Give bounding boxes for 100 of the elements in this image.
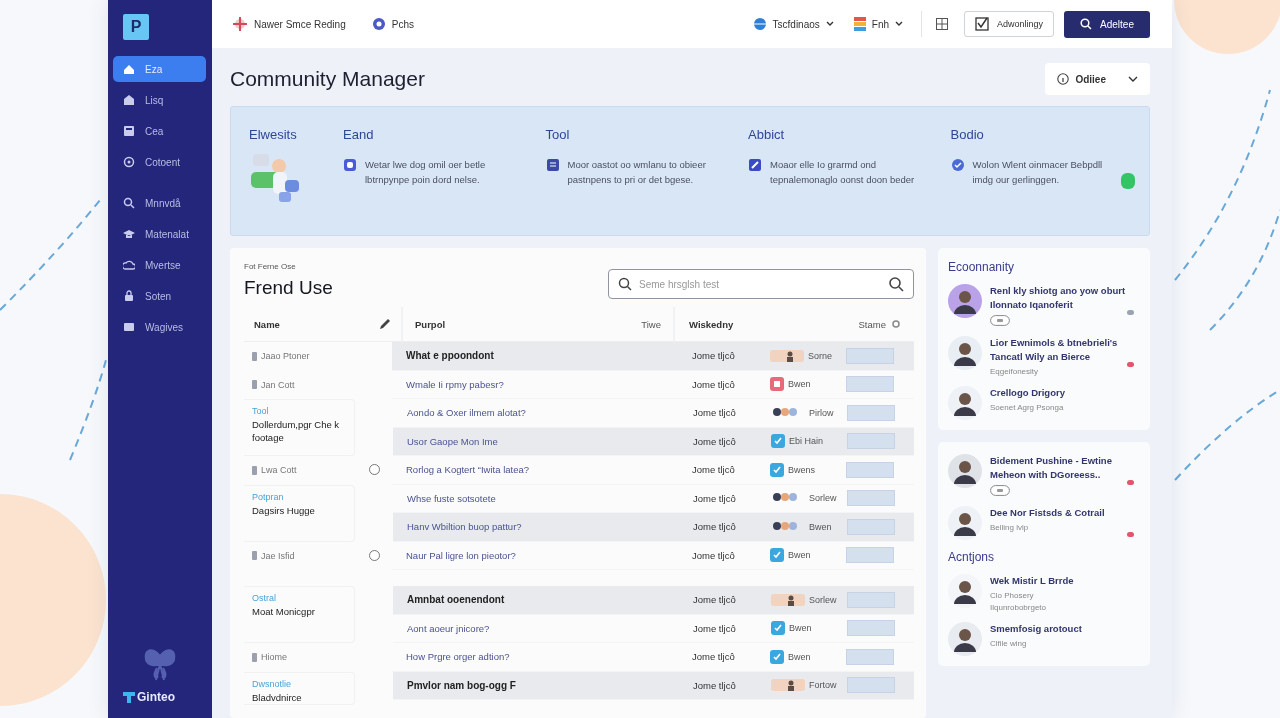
table-cell-text: Jome tljcô	[692, 350, 736, 362]
post-title[interactable]: Smemfosig arotouct	[990, 622, 1126, 636]
column-header[interactable]: Wiskedny	[689, 318, 734, 330]
row-bar	[847, 677, 895, 694]
secondary-button[interactable]: Adwonlingy	[964, 11, 1055, 37]
panel-title: Acntjons	[948, 550, 996, 564]
column-header[interactable]: Tiwe	[641, 318, 661, 330]
pencil-icon	[379, 318, 391, 330]
avatar-icon	[948, 506, 982, 540]
topic-link[interactable]: What e ppoondont	[392, 350, 692, 362]
search-icon	[618, 277, 632, 291]
avatar-icon	[948, 574, 982, 608]
description: Moor oastot oo wmlanu to obieer pastnpens to pri or det bgese.	[567, 158, 707, 187]
status-label: Bwen	[788, 550, 811, 561]
chevron-down-icon	[1128, 76, 1138, 82]
column-title: Eand	[343, 127, 375, 142]
section-title: Frend Use	[244, 277, 333, 299]
topic-link[interactable]: Naur Pal ligre lon pieotor?	[392, 549, 692, 561]
post-title[interactable]: Wek Mistir L Brrde	[990, 574, 1126, 588]
topic-link[interactable]: Amnbat ooenendont	[393, 594, 693, 606]
row-bar	[846, 461, 894, 478]
avatar-icon	[948, 386, 982, 420]
topic-link[interactable]: How Prgre orger adtion?	[392, 651, 692, 663]
post-meta: Clo Phosery	[990, 591, 1035, 600]
member-name: Dagsirs Hugge	[252, 503, 316, 517]
nav-item[interactable]: Cotoent	[113, 149, 206, 175]
nav-item[interactable]: Mnnvdå	[113, 190, 206, 216]
nav-item[interactable]: Mvertse	[113, 252, 206, 278]
group-tag: Tool	[252, 406, 354, 416]
table-cell-text: Jome tljcô	[692, 549, 736, 561]
avatar-chip-icon	[771, 678, 805, 693]
avatar-icon	[948, 454, 982, 488]
row-bar	[847, 433, 895, 450]
sort-icon	[892, 320, 900, 328]
post-title[interactable]: Dee Nor Fistsds & Cotrail	[990, 506, 1126, 520]
row-bar	[847, 404, 895, 421]
topic-link[interactable]: Whse fuste sotsotete	[393, 492, 693, 504]
post-meta: Ilqunrobobrgeto	[990, 603, 1048, 612]
radio-button[interactable]	[368, 464, 380, 475]
table-cell-text: Jome tljcô	[693, 435, 737, 447]
cloud-icon	[123, 259, 135, 271]
nav-item[interactable]: Cea	[113, 118, 206, 144]
radio-button[interactable]	[368, 549, 380, 561]
status-label: Bwen	[809, 521, 832, 532]
status-toggle[interactable]	[1121, 173, 1135, 189]
nav-item[interactable]: Soten	[113, 283, 206, 309]
table-cell-text: Jome tljcô	[693, 594, 737, 606]
table-cell-text: Jome tljcô	[692, 464, 736, 476]
dropdown[interactable]: Fnh	[853, 17, 904, 31]
dropdown[interactable]: Tscfdinaos	[752, 17, 834, 31]
row-bar	[847, 620, 895, 637]
panel-title: Ecoonnanity	[948, 260, 1016, 274]
check-badge-icon	[770, 548, 784, 563]
nav-item[interactable]: Matenalat	[113, 221, 206, 247]
description: Wolon Wlent oinmacer Bebpdll imdg our gerlinggen.	[972, 158, 1104, 187]
nav-link[interactable]: Nawer Smce Reding	[232, 16, 346, 32]
nav-link[interactable]: Pchs	[371, 17, 414, 31]
check-badge-icon	[771, 434, 785, 449]
member-name: Jaao Ptoner	[252, 351, 356, 361]
column-title: Abbict	[748, 127, 786, 142]
search-icon	[888, 276, 904, 292]
primary-button[interactable]: Adeltee	[1064, 10, 1150, 38]
topic-link[interactable]: Wmale Ii rpmy pabesr?	[392, 378, 692, 390]
column-header[interactable]: Name	[254, 318, 280, 330]
table-cell-text: Jome tljcô	[693, 679, 737, 691]
topic-link[interactable]: Pmvlor nam bog-ogg F	[393, 679, 693, 691]
column-header[interactable]: Purpol	[415, 318, 446, 330]
post-title[interactable]: Lior Ewnimols & btnebrieli's Tancatl Wily an Bierce	[990, 336, 1126, 364]
grid-icon[interactable]	[936, 18, 949, 30]
nav-item[interactable]: Wagives	[113, 314, 206, 340]
avatar-chip-icon	[771, 592, 805, 607]
column-title: Bodio	[950, 127, 985, 142]
post-meta: Eqgeifonesity	[990, 367, 1040, 376]
nav-item[interactable]: Lisq	[113, 87, 206, 113]
search-icon	[1080, 18, 1093, 30]
topic-link[interactable]: Hanv Wbiltion buop pattur?	[393, 521, 693, 533]
topic-link[interactable]: Aont aoeur jnicore?	[393, 622, 693, 634]
member-name: Hiome	[252, 652, 356, 662]
post-title[interactable]: Crellogo Drigory	[990, 386, 1126, 400]
search-field[interactable]: Seme hrsglsh test	[608, 269, 914, 299]
pin-icon	[252, 652, 257, 662]
avatar-icon	[948, 622, 982, 656]
check-circle-icon	[950, 158, 965, 172]
status-label: Sorlew	[809, 493, 837, 504]
app-square-icon	[770, 377, 784, 392]
topic-link[interactable]: Aondo & Oxer ilmem alotat?	[393, 407, 693, 419]
topic-link[interactable]: Usor Gaope Mon Ime	[393, 435, 693, 447]
column-header[interactable]: Stame	[858, 318, 886, 330]
topic-link[interactable]: Rorlog a Kogtert “Iwita latea?	[392, 464, 692, 476]
page-title: Community Manager	[230, 67, 425, 91]
circle-icon	[123, 156, 135, 168]
chevron-down-icon	[895, 21, 904, 27]
post-title[interactable]: Bidement Pushine - Ewtine Meheon with DGoreess..	[990, 454, 1126, 482]
post-title[interactable]: Renl kly shiotg ano yow oburt Ilonnato Iqanoferit	[990, 284, 1126, 312]
status-label: Bwens	[788, 464, 815, 475]
row-bar	[846, 648, 894, 665]
avatar-icon	[948, 284, 982, 318]
filter-dropdown[interactable]: Odiiee	[1045, 63, 1150, 95]
group-tag: Dwsnotlie	[252, 678, 354, 689]
banner-label: Elwesits	[249, 127, 298, 142]
